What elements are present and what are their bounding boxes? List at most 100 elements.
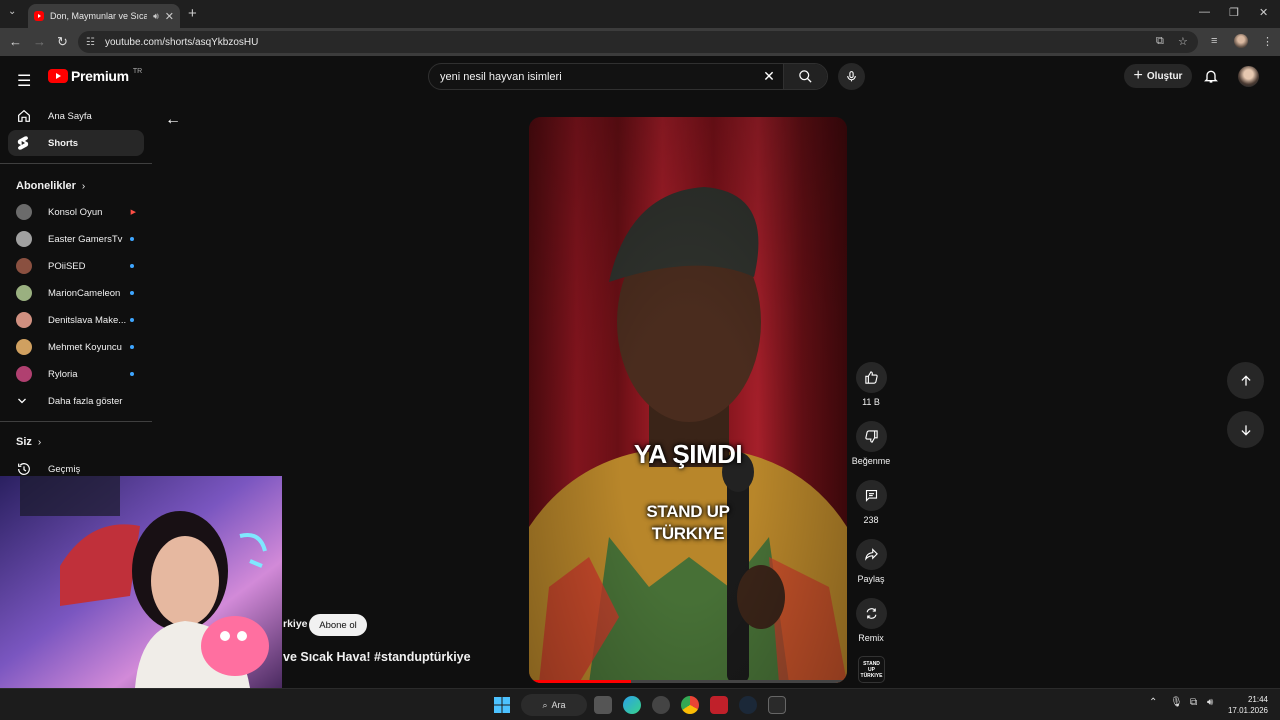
comment-count: 238	[863, 515, 879, 525]
new-content-dot	[130, 318, 134, 322]
webcam-image	[0, 476, 282, 688]
browser-menu-icon[interactable]: ⋮	[1262, 35, 1273, 48]
site-info-icon[interactable]: ☷	[86, 37, 95, 48]
comment-icon	[855, 480, 887, 511]
volume-icon[interactable]: 🔊︎	[1207, 697, 1213, 708]
subscribe-button[interactable]: Abone ol	[309, 614, 367, 636]
browser-tabstrip: ⌄ Don, Maymunlar ve Sıcak H 🔊︎ ✕ + — ❐ ✕	[0, 0, 1280, 28]
sidebar-sub-item[interactable]: Ryloria	[8, 361, 144, 387]
task-view-icon[interactable]	[594, 696, 612, 714]
sidebar-sub-item[interactable]: Mehmet Koyuncu	[8, 334, 144, 360]
browser-toolbar: ← → ↻ ☷ youtube.com/shorts/asqYkbzosHU ⧉…	[0, 28, 1280, 56]
browser-profile-avatar[interactable]	[1234, 34, 1248, 48]
network-icon[interactable]: ⧉	[1190, 697, 1197, 708]
taskbar-search[interactable]: ⌕ Ara	[521, 694, 587, 716]
reload-icon[interactable]: ↻	[57, 34, 68, 50]
start-menu-icon[interactable]	[493, 696, 511, 714]
sidebar-sub-item[interactable]: Easter GamersTv	[8, 226, 144, 252]
live-indicator-icon: ▶︎	[130, 209, 136, 216]
epic-games-icon[interactable]	[768, 696, 786, 714]
comments-button[interactable]: 238	[850, 480, 892, 525]
sidebar-sub-item[interactable]: MarionCameleon	[8, 280, 144, 306]
app-icon[interactable]	[652, 696, 670, 714]
taskbar-search-label: Ara	[551, 700, 566, 710]
channel-name: Mehmet Koyuncu	[48, 341, 122, 353]
tray-overflow-icon[interactable]: ⌃	[1149, 697, 1157, 708]
account-avatar[interactable]	[1238, 66, 1259, 87]
chrome-browser-icon[interactable]	[681, 696, 699, 714]
channel-avatar	[16, 231, 32, 247]
windows-taskbar: ⌕ Ara ⌃ 🎙︎ ⧉ 🔊︎ 21:44 17.01.2026	[0, 688, 1280, 720]
you-heading-label: Siz	[16, 436, 32, 448]
streaming-app-icon[interactable]	[710, 696, 728, 714]
previous-short-button[interactable]	[1227, 362, 1264, 399]
notifications-button[interactable]	[1203, 68, 1219, 89]
sidebar-divider	[0, 163, 152, 164]
new-tab-button[interactable]: +	[188, 5, 197, 22]
search-input[interactable]: yeni nesil hayvan isimleri	[429, 71, 755, 83]
tab-close-icon[interactable]: ✕	[165, 10, 174, 23]
subscriptions-heading[interactable]: Abonelikler ›	[16, 180, 85, 192]
sidebar-sub-item[interactable]: POiiSED	[8, 253, 144, 279]
create-button[interactable]: + Oluştur	[1124, 64, 1192, 88]
window-close-icon[interactable]: ✕	[1259, 6, 1268, 19]
remix-button[interactable]: Remix	[850, 598, 892, 643]
show-more-button[interactable]: Daha fazla göster	[8, 388, 144, 414]
bookmark-star-icon[interactable]: ☆	[1178, 35, 1188, 48]
country-code: TR	[132, 67, 143, 75]
sidebar-sub-item[interactable]: Denitslava Make...	[8, 307, 144, 333]
channel-avatar	[16, 285, 32, 301]
sidebar-item-shorts[interactable]: Shorts	[8, 130, 144, 156]
share-button[interactable]: Paylaş	[850, 539, 892, 584]
channel-name-partial[interactable]: rkiye	[283, 618, 308, 630]
address-bar[interactable]: ☷ youtube.com/shorts/asqYkbzosHU	[78, 31, 1198, 53]
guide-menu-icon[interactable]: ☰	[17, 71, 31, 91]
clock-time: 21:44	[1247, 695, 1268, 704]
channel-avatar	[16, 204, 32, 220]
edge-browser-icon[interactable]	[623, 696, 641, 714]
steam-icon[interactable]	[739, 696, 757, 714]
media-control-icon[interactable]: ≡	[1211, 35, 1217, 47]
youtube-premium-logo[interactable]: Premium TR	[48, 68, 142, 84]
voice-search-button[interactable]	[838, 63, 865, 90]
dislike-button[interactable]: Beğenme	[850, 421, 892, 466]
home-icon	[16, 108, 42, 124]
minimize-icon[interactable]: —	[1199, 6, 1210, 18]
remix-label: Remix	[858, 633, 884, 643]
progress-fill	[529, 680, 631, 683]
share-icon	[855, 539, 887, 570]
create-label: Oluştur	[1146, 70, 1183, 82]
back-icon[interactable]: ←	[9, 34, 22, 49]
browser-tab[interactable]: Don, Maymunlar ve Sıcak H 🔊︎ ✕	[28, 4, 180, 28]
sidebar-item-label: Shorts	[48, 137, 79, 149]
install-app-icon[interactable]: ⧉	[1156, 35, 1164, 48]
audio-source-thumbnail[interactable]: STAND UP TÜRKIYE	[858, 656, 885, 683]
you-heading[interactable]: Siz ›	[16, 436, 41, 448]
subscriptions-heading-label: Abonelikler	[16, 180, 76, 192]
next-short-button[interactable]	[1227, 411, 1264, 448]
remix-icon	[855, 598, 887, 629]
channel-name: Ryloria	[48, 368, 78, 380]
sidebar-item-home[interactable]: Ana Sayfa	[8, 103, 144, 129]
taskbar-clock[interactable]: 21:44 17.01.2026	[1224, 694, 1268, 716]
channel-avatar	[16, 366, 32, 382]
forward-icon[interactable]: →	[33, 34, 46, 49]
sidebar-sub-item[interactable]: Konsol Oyun ▶︎	[8, 199, 144, 225]
arrow-down-icon	[1240, 424, 1251, 436]
tab-search-icon[interactable]: ⌄	[8, 6, 16, 17]
dislike-icon	[855, 421, 887, 452]
shorts-video-player[interactable]: YA ŞIMDI STAND UP TÜRKIYE	[529, 117, 847, 683]
search-button[interactable]	[783, 64, 827, 89]
webcam-overlay	[0, 476, 282, 688]
microphone-tray-icon[interactable]: 🎙︎	[1170, 697, 1183, 708]
clear-search-icon[interactable]: ✕	[755, 68, 783, 85]
like-button[interactable]: 11 B	[850, 362, 892, 407]
restore-icon[interactable]: ❐	[1229, 6, 1239, 19]
watermark-line: TÜRKIYE	[651, 524, 725, 543]
new-content-dot	[130, 291, 134, 295]
progress-track[interactable]	[529, 680, 847, 683]
audio-playing-icon[interactable]: 🔊︎	[153, 11, 159, 22]
back-arrow-icon[interactable]: ←	[165, 111, 181, 129]
arrow-up-icon	[1240, 374, 1251, 386]
search-icon: ⌕	[542, 699, 548, 710]
